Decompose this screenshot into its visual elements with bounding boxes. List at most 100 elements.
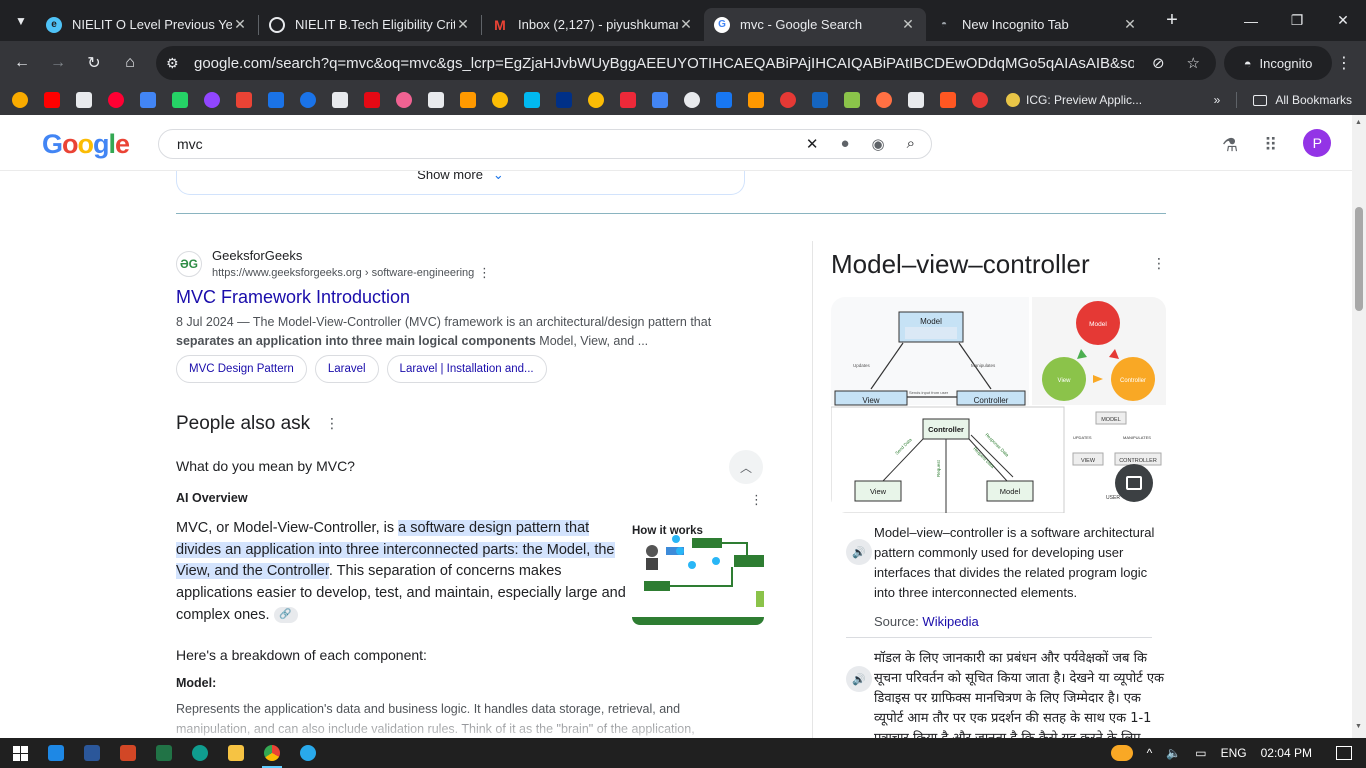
url-text[interactable]: google.com/search?q=mvc&oq=mvc&gs_lcrp=E… [194,55,1134,72]
bookmark-favicon-icon[interactable] [716,92,732,108]
sitelink-chip[interactable]: MVC Design Pattern [176,355,307,383]
paa-menu-icon[interactable]: ⋮ [325,415,339,432]
clear-icon[interactable]: ✕ [806,135,819,153]
bookmark-favicon-icon[interactable] [268,92,284,108]
microphone-icon[interactable]: ● [840,135,849,153]
incognito-button[interactable]: ◓ Incognito [1224,46,1332,80]
forward-button[interactable]: → [40,45,76,81]
bookmark-favicon-icon[interactable] [876,92,892,108]
tab-nielit-olevel[interactable]: e NIELIT O Level Previous Year ✕ [36,8,258,41]
scroll-up-icon[interactable]: ▲ [1355,119,1362,126]
search-query[interactable]: mvc [177,136,203,152]
chevron-up-icon[interactable]: ^ [1147,746,1153,760]
bookmark-favicon-icon[interactable] [12,92,28,108]
taskbar-chrome[interactable] [254,738,290,768]
sitelink-chip[interactable]: Laravel | Installation and... [386,355,547,383]
geeksforgeeks-icon[interactable]: ƏG [176,251,202,277]
bookmark-favicon-icon[interactable] [972,92,988,108]
close-tab-icon[interactable]: ✕ [455,16,471,33]
bookmark-favicon-icon[interactable] [332,92,348,108]
bookmark-favicon-icon[interactable] [108,92,124,108]
notification-icon[interactable] [1336,746,1352,760]
sitelink-chip[interactable]: Laravel [314,355,379,383]
chevron-up-icon[interactable]: ︿ [729,450,763,484]
bookmark-favicon-icon[interactable] [588,92,604,108]
volume-icon[interactable]: 🔈 [1166,746,1181,760]
page-scrollbar[interactable]: ▲ ▼ [1352,115,1366,738]
taskbar-telegram[interactable] [290,738,326,768]
scroll-down-icon[interactable]: ▼ [1355,723,1362,730]
avatar[interactable]: P [1303,129,1332,157]
bookmark-favicon-icon[interactable] [44,92,60,108]
eye-off-icon[interactable]: ⊘ [1152,54,1165,72]
result-site-name[interactable]: GeeksforGeeks [212,248,302,263]
result-title-link[interactable]: MVC Framework Introduction [176,287,410,308]
home-button[interactable]: ⌂ [112,45,148,81]
search-input[interactable]: mvc ✕ ● ◉ ⌕ [158,129,932,159]
bookmark-favicon-icon[interactable] [780,92,796,108]
browser-menu-icon[interactable]: ⋮ [1336,53,1352,73]
restore-icon[interactable]: ❐ [1274,0,1320,41]
tab-gmail-inbox[interactable]: M Inbox (2,127) - piyushkumar ✕ [482,8,704,41]
bookmark-icg[interactable]: ICG: Preview Applic... [1006,93,1142,107]
lens-camera-icon[interactable]: ◉ [872,135,885,153]
close-window-icon[interactable]: ✕ [1320,0,1366,41]
close-tab-icon[interactable]: ✕ [678,16,694,33]
scrollbar-thumb[interactable] [1355,207,1363,311]
how-it-works-image[interactable]: How it works [632,521,764,625]
bookmark-favicon-icon[interactable] [492,92,508,108]
close-tab-icon[interactable]: ✕ [1122,16,1138,33]
tab-nielit-btech[interactable]: NIELIT B.Tech Eligibility Criter ✕ [259,8,481,41]
bookmark-favicon-icon[interactable] [300,92,316,108]
bookmark-favicon-icon[interactable] [940,92,956,108]
close-tab-icon[interactable]: ✕ [232,16,248,33]
tab-new-incognito[interactable]: ◓ New Incognito Tab ✕ [926,8,1148,41]
bookmark-favicon-icon[interactable] [364,92,380,108]
bookmark-favicon-icon[interactable] [620,92,636,108]
bookmark-favicon-icon[interactable] [556,92,572,108]
bookmark-favicon-icon[interactable] [748,92,764,108]
wikipedia-link[interactable]: Wikipedia [922,614,978,629]
star-icon[interactable]: ☆ [1187,54,1200,72]
chevron-double-right-icon[interactable]: » [1214,93,1221,107]
paa-question[interactable]: What do you mean by MVC? [176,458,355,474]
knowledge-panel-menu-icon[interactable]: ⋮ [1152,255,1166,272]
clock[interactable]: 02:04 PM [1261,746,1312,760]
all-bookmarks-button[interactable]: All Bookmarks [1253,93,1352,107]
bookmark-favicon-icon[interactable] [684,92,700,108]
image-gallery-button[interactable] [1115,464,1153,502]
bookmark-favicon-icon[interactable] [236,92,252,108]
address-bar[interactable]: ⚙ google.com/search?q=mvc&oq=mvc&gs_lcrp… [156,46,1216,80]
link-icon[interactable]: 🔗 [273,606,298,623]
bookmark-favicon-icon[interactable] [76,92,92,108]
minimize-icon[interactable]: — [1228,0,1274,41]
taskbar-excel[interactable] [146,738,182,768]
close-tab-icon[interactable]: ✕ [900,16,916,33]
language-indicator[interactable]: ENG [1221,746,1247,760]
bookmark-favicon-icon[interactable] [812,92,828,108]
bookmark-favicon-icon[interactable] [140,92,156,108]
bookmark-favicon-icon[interactable] [844,92,860,108]
network-icon[interactable]: ▭ [1195,746,1206,760]
bookmark-favicon-icon[interactable] [172,92,188,108]
start-button[interactable] [2,738,38,768]
bookmark-favicon-icon[interactable] [204,92,220,108]
bookmark-favicon-icon[interactable] [652,92,668,108]
taskbar-powerpoint[interactable] [110,738,146,768]
speaker-icon[interactable]: 🔊 [846,539,872,565]
new-tab-button[interactable]: + [1158,9,1186,32]
taskbar-edge[interactable] [182,738,218,768]
tab-google-search[interactable]: G mvc - Google Search ✕ [704,8,926,41]
taskbar-file-explorer[interactable] [218,738,254,768]
search-icon[interactable]: ⌕ [907,135,915,153]
weather-icon[interactable] [1110,745,1133,761]
bookmark-favicon-icon[interactable] [524,92,540,108]
bookmark-favicon-icon[interactable] [396,92,412,108]
google-logo[interactable]: Google [42,129,130,160]
reload-button[interactable]: ↻ [76,45,112,81]
apps-grid-icon[interactable]: ⠿ [1264,135,1277,156]
result-menu-icon[interactable]: ⋮ [478,265,491,281]
bookmark-favicon-icon[interactable] [460,92,476,108]
speaker-icon[interactable]: 🔊 [846,666,872,692]
labs-flask-icon[interactable]: ⚗ [1222,135,1238,156]
